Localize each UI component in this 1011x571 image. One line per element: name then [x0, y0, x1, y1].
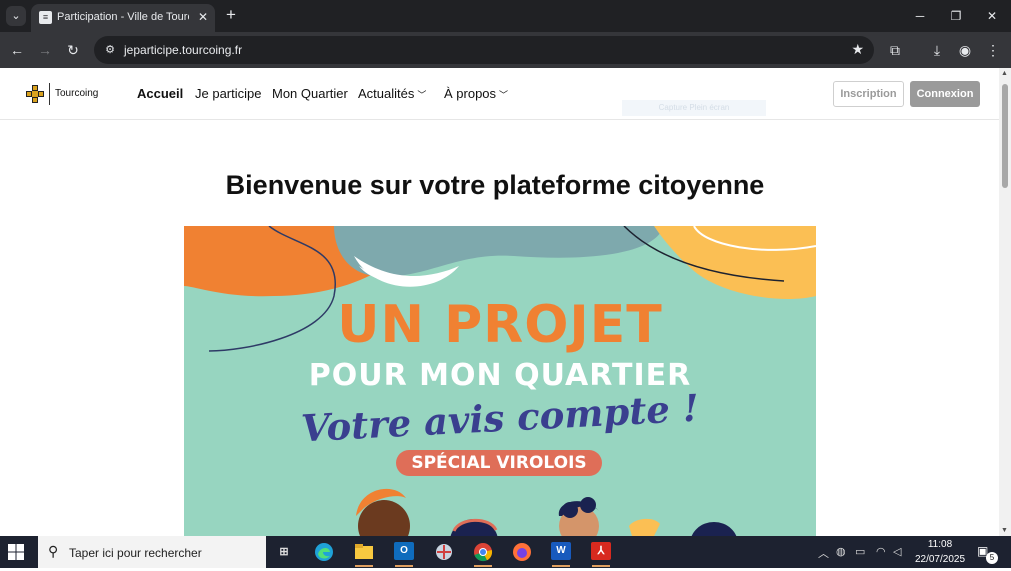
menu-icon[interactable]: ⋮: [983, 40, 1003, 60]
back-icon[interactable]: ←: [7, 40, 27, 60]
app-icon[interactable]: [431, 540, 457, 564]
chevron-down-icon: ﹀: [417, 90, 427, 100]
browser-toolbar: ← → ↻ ⚙ jeparticipe.tourcoing.fr ★ ⧉ ⤓ ◉…: [0, 32, 1011, 68]
word-letter-icon: W: [551, 542, 571, 560]
taskbar-search-placeholder: Taper ici pour rechercher: [69, 546, 202, 560]
extensions-icon[interactable]: ⧉: [885, 40, 905, 60]
scroll-thumb[interactable]: [1002, 84, 1008, 188]
edge-icon[interactable]: [311, 540, 337, 564]
chevron-down-icon: ﹀: [499, 90, 509, 100]
reload-icon[interactable]: ↻: [63, 40, 83, 60]
nav-label: Mon Quartier: [272, 86, 348, 101]
tab-favicon-icon: ≡: [39, 11, 52, 24]
task-view-icon[interactable]: ⊞: [271, 540, 297, 564]
close-icon[interactable]: ✕: [195, 9, 211, 25]
nav-label: À propos: [444, 86, 497, 101]
tab-title: Participation - Ville de Tourcoing: [57, 11, 189, 23]
clock-date[interactable]: 22/07/2025: [910, 554, 970, 565]
browser-tab-strip: ⌄ ≡ Participation - Ville de Tourcoing ✕…: [0, 0, 1011, 32]
app-active-indicator: [395, 565, 413, 567]
chrome-icon[interactable]: [470, 540, 496, 567]
inscription-button[interactable]: Inscription: [833, 81, 904, 107]
search-icon: ⚲: [48, 543, 59, 559]
nav-accueil[interactable]: Accueil: [137, 86, 183, 101]
tray-app-icon[interactable]: ◍: [836, 545, 846, 558]
tourcoing-logo-icon[interactable]: [26, 85, 44, 103]
app-active-indicator: [592, 565, 610, 567]
minimize-icon[interactable]: ─: [905, 6, 935, 26]
app-active-indicator: [355, 565, 373, 567]
nav-label: Accueil: [137, 86, 184, 101]
clock-time[interactable]: 11:08: [910, 539, 970, 550]
outlook-icon[interactable]: O: [391, 540, 417, 567]
windows-start-icon[interactable]: [8, 544, 24, 560]
banner-headline: UN PROJET: [337, 295, 663, 355]
banner-badge: SPÉCIAL VIROLOIS: [396, 450, 602, 476]
nav-label: Je participe: [195, 86, 262, 101]
windows-taskbar: ⚲ Taper ici pour rechercher ⊞ O W ⅄ ︿ ◍ …: [0, 536, 1011, 568]
star-icon[interactable]: ★: [851, 41, 864, 58]
acrobat-letter-icon: ⅄: [591, 542, 611, 560]
logo-text[interactable]: Tourcoing: [55, 88, 98, 99]
network-icon[interactable]: ◠: [876, 545, 886, 558]
scroll-down-icon[interactable]: ▼: [1001, 527, 1008, 534]
firefox-icon[interactable]: [509, 540, 535, 564]
page-scrollbar[interactable]: ▲ ▼: [999, 68, 1011, 536]
outlook-letter-icon: O: [394, 542, 414, 560]
address-bar[interactable]: ⚙ jeparticipe.tourcoing.fr ★: [94, 36, 874, 64]
nav-label: Actualités: [358, 86, 415, 101]
tab-search-icon[interactable]: ⌄: [6, 6, 26, 26]
url-text[interactable]: jeparticipe.tourcoing.fr: [124, 43, 242, 57]
nav-actualites[interactable]: Actualités ﹀: [358, 86, 426, 101]
acrobat-icon[interactable]: ⅄: [588, 540, 614, 567]
capture-hint: Capture Plein écran: [622, 100, 766, 116]
notification-badge: 5: [986, 552, 998, 564]
word-icon[interactable]: W: [548, 540, 574, 567]
app-active-indicator: [552, 565, 570, 567]
connexion-button[interactable]: Connexion: [910, 81, 980, 107]
nav-je-participe[interactable]: Je participe: [195, 86, 261, 101]
window-close-icon[interactable]: ✕: [977, 6, 1007, 26]
maximize-icon[interactable]: ❐: [941, 6, 971, 26]
app-active-indicator: [474, 565, 492, 567]
web-page: Tourcoing Accueil Je participe Mon Quart…: [0, 68, 999, 536]
project-banner[interactable]: UN PROJET POUR MON QUARTIER Votre avis c…: [184, 226, 816, 536]
download-icon[interactable]: ⤓: [927, 40, 947, 60]
nav-mon-quartier[interactable]: Mon Quartier: [272, 86, 348, 101]
site-info-icon[interactable]: ⚙: [102, 42, 118, 58]
nav-a-propos[interactable]: À propos ﹀: [444, 86, 508, 101]
battery-icon[interactable]: ▭: [855, 545, 865, 558]
site-header: Tourcoing Accueil Je participe Mon Quart…: [0, 68, 999, 120]
file-explorer-icon[interactable]: [351, 540, 377, 567]
volume-icon[interactable]: ◁: [893, 545, 901, 558]
scroll-up-icon[interactable]: ▲: [1001, 70, 1008, 77]
chevron-up-icon[interactable]: ︿: [818, 545, 829, 561]
profile-icon[interactable]: ◉: [955, 40, 975, 60]
logo-divider: [49, 83, 50, 105]
page-title: Bienvenue sur votre plateforme citoyenne: [225, 170, 765, 200]
taskbar-search-box[interactable]: ⚲ Taper ici pour rechercher: [38, 536, 266, 568]
plus-icon[interactable]: +: [222, 6, 240, 24]
forward-icon[interactable]: →: [35, 40, 55, 60]
browser-tab[interactable]: ≡ Participation - Ville de Tourcoing ✕: [31, 4, 215, 32]
